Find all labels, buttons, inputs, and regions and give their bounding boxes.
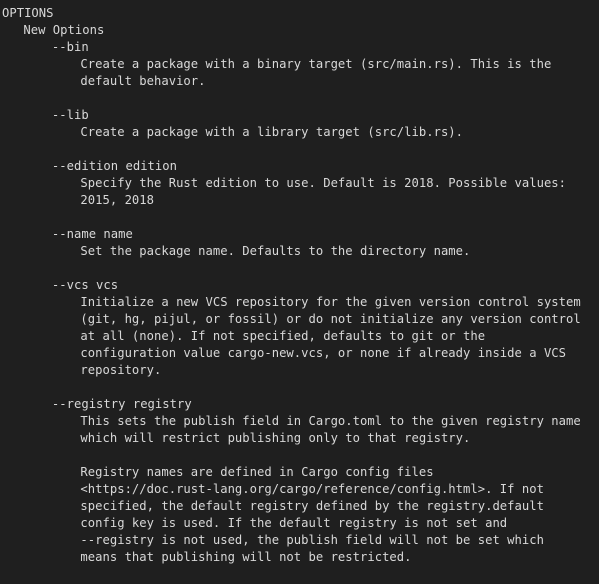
- option-description: Initialize a new VCS repository for the …: [80, 295, 581, 309]
- terminal-screen-content[interactable]: OPTIONS New Options --bin Create a package …: [0, 5, 599, 566]
- option-flag: --registry registry: [51, 397, 192, 411]
- option-description: (git, hg, pijul, or fossil) or do not in…: [80, 312, 581, 326]
- option-description: --registry is not used, the publish fiel…: [80, 533, 544, 547]
- option-description: config key is used. If the default regis…: [80, 516, 508, 530]
- option-description: at all (none). If not specified, default…: [80, 329, 486, 343]
- option-flag: --name name: [51, 227, 133, 241]
- option-description: Create a package with a binary target (s…: [80, 57, 552, 71]
- option-description: repository.: [80, 363, 162, 377]
- subsection-heading: New Options: [23, 23, 105, 37]
- option-description: Set the package name. Defaults to the di…: [80, 244, 471, 258]
- option-flag: --vcs vcs: [51, 278, 119, 292]
- option-flag: --bin: [51, 40, 89, 54]
- option-description: 2015, 2018: [80, 193, 154, 207]
- option-description: Specify the Rust edition to use. Default…: [80, 176, 567, 190]
- option-description: configuration value cargo-new.vcs, or no…: [80, 346, 567, 360]
- option-description: means that publishing will not be restri…: [80, 550, 412, 564]
- option-description: specified, the default registry defined …: [80, 499, 544, 513]
- option-description-url: <https://doc.rust-lang.org/cargo/referen…: [80, 482, 544, 496]
- option-flag: --lib: [51, 108, 89, 122]
- section-heading: OPTIONS: [2, 6, 54, 20]
- option-flag: --edition edition: [51, 159, 177, 173]
- option-description: which will restrict publishing only to t…: [80, 431, 471, 445]
- option-description: Registry names are defined in Cargo conf…: [80, 465, 434, 479]
- option-description: This sets the publish field in Cargo.tom…: [80, 414, 581, 428]
- option-description: Create a package with a library target (…: [80, 125, 464, 139]
- terminal-window[interactable]: OPTIONS New Options --bin Create a package …: [0, 0, 599, 584]
- option-description: default behavior.: [80, 74, 206, 88]
